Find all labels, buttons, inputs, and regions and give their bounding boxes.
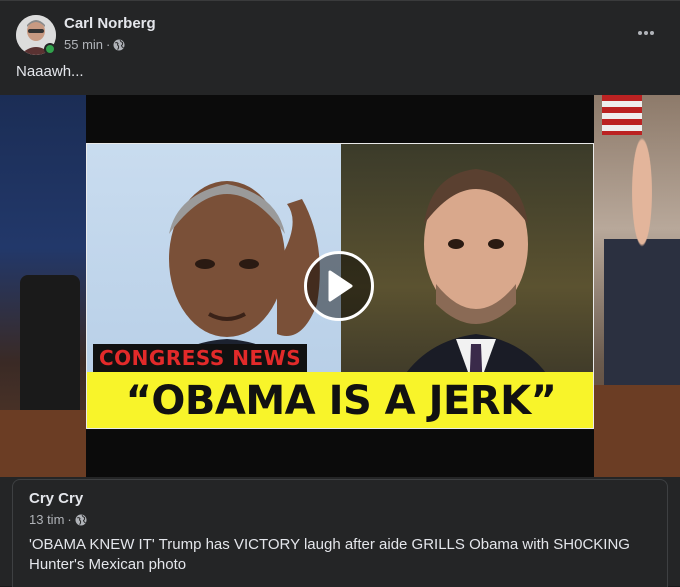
post-card: Carl Norberg 55 min · Naaawh... CONGRESS… [0,0,680,587]
play-icon [328,270,353,302]
online-status-indicator [44,43,56,55]
thumbnail-banner-label: CONGRESS NEWS [93,344,308,372]
shared-post-meta: 13 tim · [29,512,87,527]
video-background-right [594,95,680,477]
more-options-button[interactable] [632,19,660,47]
shared-post-text: 'OBAMA KNEW IT' Trump has VICTORY laugh … [29,536,630,573]
video-background-desk-left [0,410,86,477]
post-meta: 55 min · [64,37,125,52]
shared-post-card[interactable]: Cry Cry 13 tim · 'OBAMA KNEW IT' Trump h… [12,479,668,587]
play-button[interactable] [304,251,374,321]
thumbnail-banner: “OBAMA IS A JERK” [87,372,593,428]
shared-post-author[interactable]: Cry Cry [29,490,83,507]
globe-icon [75,514,87,525]
post-timestamp[interactable]: 55 min [64,37,103,52]
post-caption: Naaawh... [16,63,84,80]
globe-icon [113,39,125,50]
video-background-left [0,95,86,477]
meta-separator: · [106,37,111,52]
video-background-chair [20,275,80,425]
post-header: Carl Norberg 55 min · [16,13,664,57]
more-horizontal-icon [638,31,654,35]
video-background-flag [602,95,642,135]
video-player[interactable]: CONGRESS NEWS “OBAMA IS A JERK” [0,95,680,477]
video-background-desk-right [594,385,680,477]
thumbnail-banner-text: “OBAMA IS A JERK” [125,378,557,424]
shared-post-timestamp[interactable]: 13 tim [29,512,64,527]
video-background-person [604,135,680,395]
shared-meta-separator: · [67,512,72,527]
post-author-name[interactable]: Carl Norberg [64,15,156,32]
